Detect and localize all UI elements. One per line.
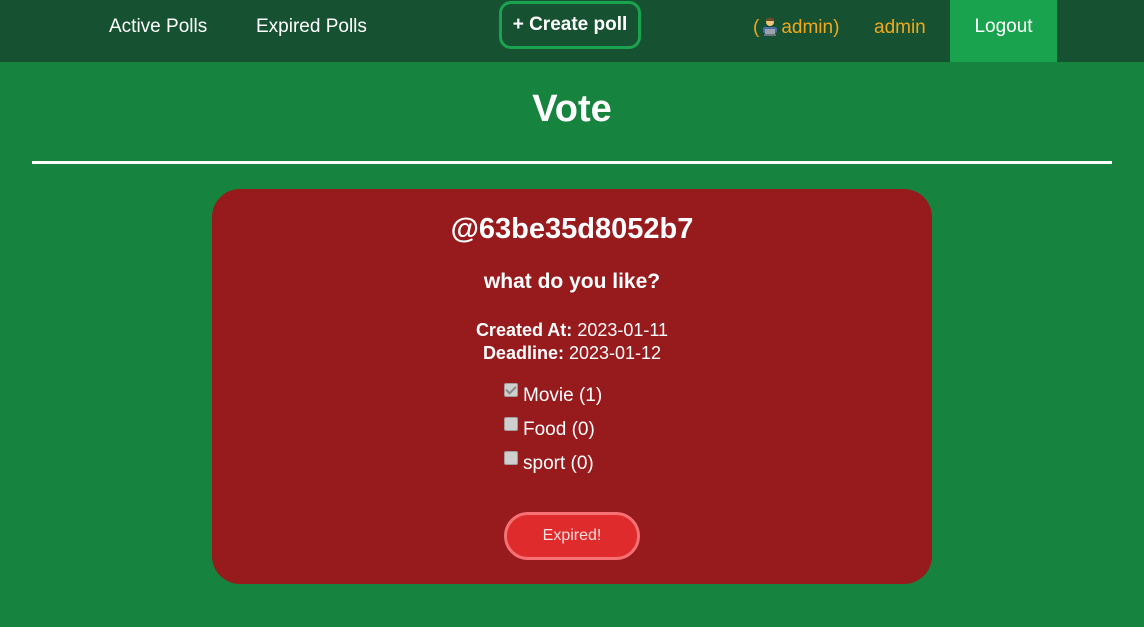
username-link[interactable]: admin — [874, 0, 926, 56]
option-checkbox[interactable] — [504, 417, 518, 431]
poll-option-food[interactable]: Food (0) — [504, 417, 595, 443]
nav-expired-polls[interactable]: Expired Polls — [256, 0, 367, 54]
poll-question: what do you like? — [483, 270, 661, 293]
created-at-value: 2023-01-11 — [577, 320, 669, 340]
deadline-label: Deadline: — [482, 343, 564, 363]
logout-button[interactable]: Logout — [950, 0, 1057, 62]
deadline: Deadline: 2023-01-12 — [212, 342, 932, 364]
user-tag-name: admin — [781, 17, 834, 38]
title-divider — [32, 161, 1112, 164]
option-checkbox[interactable] — [504, 383, 518, 397]
poll-card: @63be35d8052b7 what do you like? Created… — [212, 189, 932, 584]
poll-option-sport[interactable]: sport (0) — [504, 451, 594, 477]
create-poll-button[interactable]: + Create poll — [499, 1, 641, 49]
technologist-icon — [760, 3, 780, 36]
poll-option-movie[interactable]: Movie (1) — [504, 383, 602, 409]
created-at-label: Created At: — [475, 320, 573, 340]
option-label: Movie (1) — [523, 385, 603, 406]
user-tag-open: ( — [753, 17, 760, 38]
current-user-tag: ( admin) — [753, 0, 839, 56]
page-title: Vote — [532, 88, 612, 130]
option-checkbox[interactable] — [504, 451, 518, 465]
option-label: Food (0) — [523, 419, 595, 440]
expired-status-button[interactable]: Expired! — [504, 512, 640, 560]
top-navbar: Active Polls Expired Polls + Create poll… — [0, 0, 1144, 62]
option-label: sport (0) — [523, 453, 594, 474]
created-at: Created At: 2023-01-11 — [212, 319, 932, 341]
user-tag-close: ) — [833, 17, 840, 38]
nav-active-polls[interactable]: Active Polls — [109, 0, 207, 54]
poll-id: @63be35d8052b7 — [450, 213, 694, 245]
deadline-value: 2023-01-12 — [568, 343, 662, 363]
